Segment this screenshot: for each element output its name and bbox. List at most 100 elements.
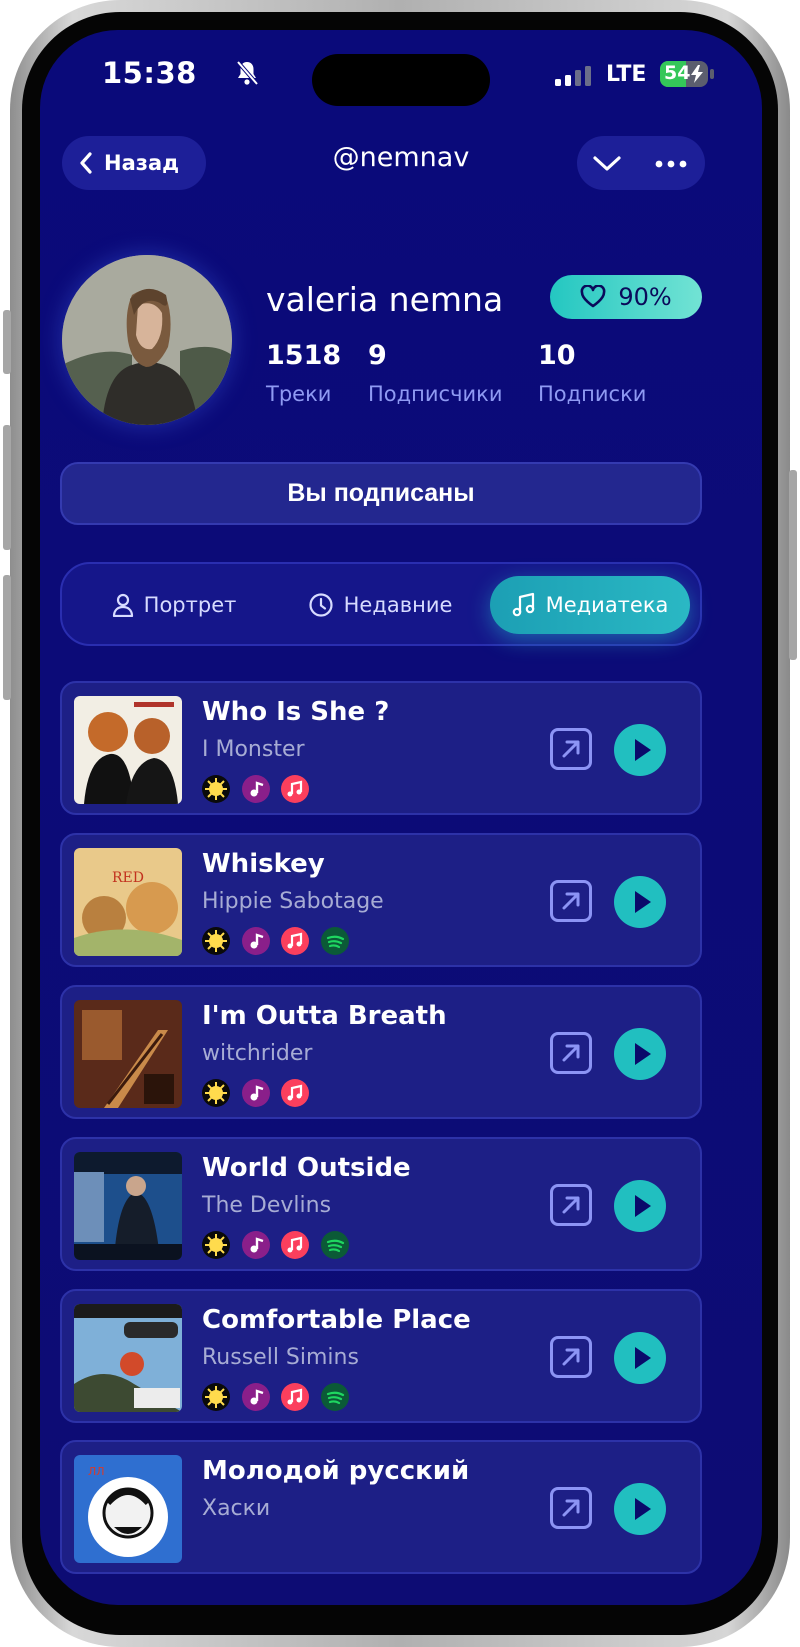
track-row[interactable]: ЛЛ Молодой русский Хаски	[60, 1440, 702, 1574]
zvuk-icon[interactable]	[242, 927, 270, 955]
zvuk-icon[interactable]	[242, 775, 270, 803]
network-type: LTE	[606, 62, 647, 87]
charging-bolt-icon	[691, 65, 703, 83]
subscribed-button[interactable]: Вы подписаны	[60, 462, 702, 525]
track-title: I'm Outta Breath	[202, 1001, 447, 1031]
share-icon[interactable]	[550, 1184, 592, 1226]
share-icon[interactable]	[550, 1032, 592, 1074]
track-row[interactable]: I'm Outta Breath witchrider	[60, 985, 702, 1119]
play-button[interactable]	[614, 1332, 666, 1384]
yandex-music-icon[interactable]	[202, 1383, 230, 1411]
following-label[interactable]: Подписки	[538, 382, 646, 406]
dynamic-island	[312, 54, 490, 106]
spotify-icon[interactable]	[321, 1383, 349, 1411]
tracks-count: 1518	[266, 340, 342, 371]
tab-recent-label: Недавние	[343, 593, 453, 617]
yandex-music-icon[interactable]	[202, 1079, 230, 1107]
track-artist: I Monster	[202, 737, 305, 762]
status-time: 15:38	[102, 56, 197, 90]
track-title: Молодой русский	[202, 1456, 470, 1486]
album-cover	[74, 1304, 182, 1412]
play-icon	[635, 1498, 651, 1520]
tab-portrait[interactable]: Портрет	[80, 576, 268, 634]
play-icon	[635, 1043, 651, 1065]
match-badge: 90%	[550, 275, 702, 319]
track-title: Whiskey	[202, 849, 325, 879]
tracks-label[interactable]: Треки	[266, 382, 331, 406]
share-icon[interactable]	[550, 880, 592, 922]
action-button	[3, 310, 11, 374]
album-cover	[74, 1000, 182, 1108]
following-count: 10	[538, 340, 576, 371]
clock-icon	[309, 593, 333, 617]
match-percent: 90%	[618, 283, 672, 311]
track-title: World Outside	[202, 1153, 411, 1183]
zvuk-icon[interactable]	[242, 1383, 270, 1411]
track-row[interactable]: RED Whiskey Hippie Sabotage	[60, 833, 702, 967]
album-cover	[74, 1152, 182, 1260]
track-row[interactable]: Comfortable Place Russell Simins	[60, 1289, 702, 1423]
play-icon	[635, 1195, 651, 1217]
yandex-music-icon[interactable]	[202, 1231, 230, 1259]
followers-label[interactable]: Подписчики	[368, 382, 502, 406]
battery-percent: 54	[664, 62, 691, 84]
album-cover: RED	[74, 848, 182, 956]
yandex-music-icon[interactable]	[202, 927, 230, 955]
play-button[interactable]	[614, 1028, 666, 1080]
battery-cap	[710, 69, 714, 79]
volume-up-button	[3, 425, 11, 550]
yandex-music-icon[interactable]	[202, 775, 230, 803]
battery-icon: 54	[660, 61, 708, 87]
play-button[interactable]	[614, 1483, 666, 1535]
zvuk-icon[interactable]	[242, 1079, 270, 1107]
avatar-photo	[62, 255, 232, 425]
spotify-icon[interactable]	[321, 1231, 349, 1259]
track-row[interactable]: World Outside The Devlins	[60, 1137, 702, 1271]
svg-text:RED: RED	[112, 870, 144, 886]
profile-name: valeria nemna	[266, 280, 504, 319]
chevron-down-icon[interactable]	[591, 150, 623, 176]
play-icon	[635, 739, 651, 761]
apple-music-icon[interactable]	[281, 1383, 309, 1411]
track-row[interactable]: Who Is She ? I Monster	[60, 681, 702, 815]
heart-icon	[580, 285, 606, 308]
volume-down-button	[3, 575, 11, 700]
play-icon	[635, 891, 651, 913]
bell-muted-icon	[236, 60, 258, 86]
apple-music-icon[interactable]	[281, 775, 309, 803]
person-icon	[112, 593, 133, 617]
tab-library[interactable]: Медиатека	[490, 576, 690, 634]
apple-music-icon[interactable]	[281, 1079, 309, 1107]
tab-portrait-label: Портрет	[143, 593, 237, 617]
album-cover: ЛЛ	[74, 1455, 182, 1563]
power-button	[789, 470, 797, 660]
play-button[interactable]	[614, 1180, 666, 1232]
zvuk-icon[interactable]	[242, 1231, 270, 1259]
track-artist: Russell Simins	[202, 1345, 359, 1370]
track-artist: The Devlins	[202, 1193, 332, 1218]
tab-library-label: Медиатека	[545, 593, 669, 617]
apple-music-icon[interactable]	[281, 927, 309, 955]
share-icon[interactable]	[550, 728, 592, 770]
track-title: Who Is She ?	[202, 697, 390, 727]
share-icon[interactable]	[550, 1487, 592, 1529]
track-artist: Hippie Sabotage	[202, 889, 384, 914]
followers-count: 9	[368, 340, 387, 371]
svg-text:ЛЛ: ЛЛ	[88, 1465, 105, 1478]
signal-icon	[555, 66, 591, 86]
share-icon[interactable]	[550, 1336, 592, 1378]
play-button[interactable]	[614, 724, 666, 776]
tab-recent[interactable]: Недавние	[282, 576, 478, 634]
play-button[interactable]	[614, 876, 666, 928]
header-actions	[577, 136, 705, 190]
avatar	[62, 255, 232, 425]
play-icon	[635, 1347, 651, 1369]
music-note-icon	[512, 592, 534, 617]
track-artist: witchrider	[202, 1041, 313, 1066]
app-screen: 15:38 LTE 54 Назад @nemnav valeria nemna…	[40, 30, 762, 1605]
more-icon[interactable]	[655, 160, 687, 168]
profile-tabs: Портрет Недавние Медиатека	[60, 562, 702, 646]
spotify-icon[interactable]	[321, 927, 349, 955]
apple-music-icon[interactable]	[281, 1231, 309, 1259]
track-artist: Хаски	[202, 1496, 271, 1521]
